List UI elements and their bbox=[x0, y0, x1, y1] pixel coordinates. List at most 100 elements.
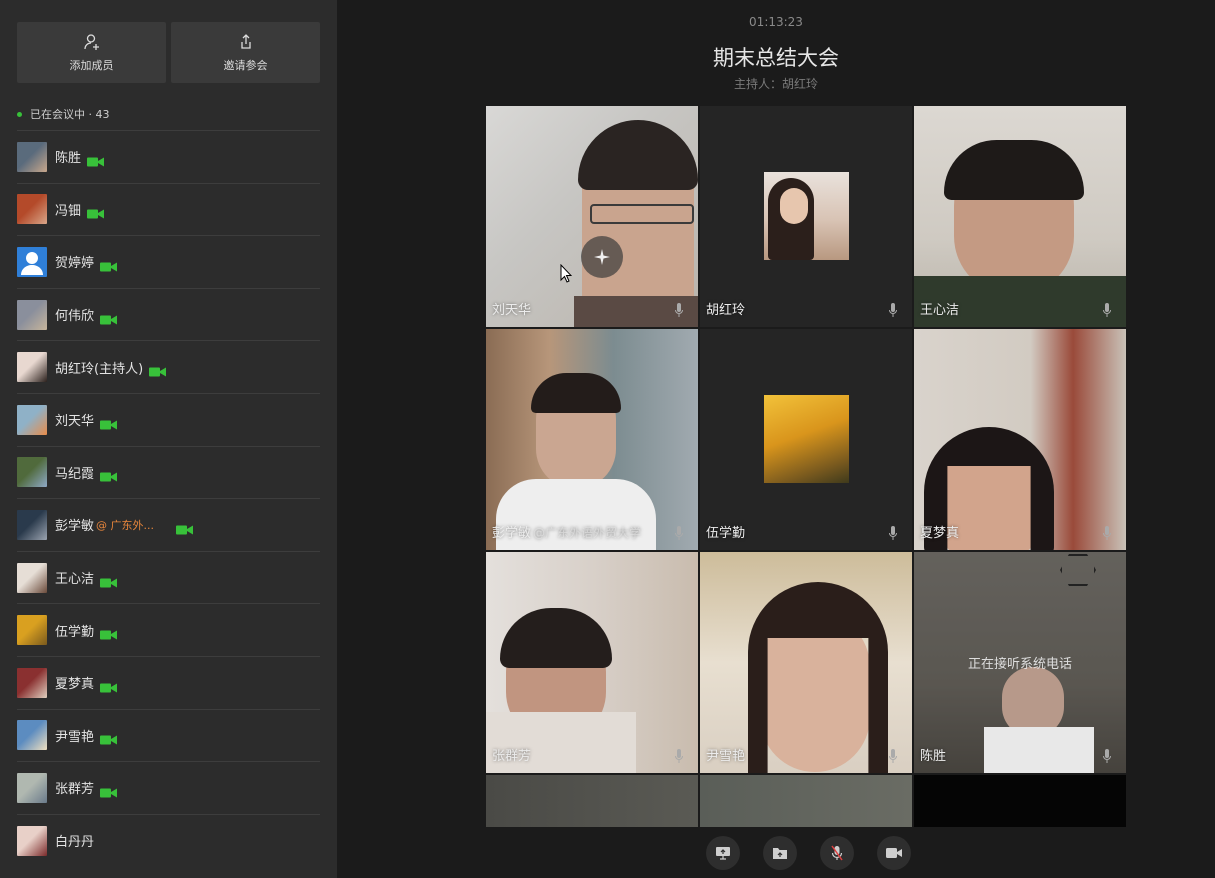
participant-row[interactable]: 夏梦真 bbox=[17, 655, 320, 709]
video-tile[interactable]: 彭学敏 @广东外语外贸大学 bbox=[486, 329, 698, 550]
avatar bbox=[17, 457, 47, 488]
video-camera-icon bbox=[100, 257, 118, 272]
invite-label: 邀请参会 bbox=[223, 58, 268, 72]
tile-name: 伍学勤 bbox=[706, 522, 745, 541]
participant-name: 王心洁 bbox=[55, 572, 95, 588]
participant-row[interactable]: 王心洁 bbox=[17, 550, 320, 604]
participant-hair bbox=[500, 608, 612, 668]
participant-row[interactable]: 伍学勤 bbox=[17, 603, 320, 656]
video-camera-icon bbox=[886, 848, 902, 858]
tile-name: 夏梦真 bbox=[920, 522, 959, 541]
microphone-icon bbox=[1103, 526, 1111, 540]
video-tile[interactable]: 伍学勤 bbox=[700, 329, 912, 550]
beauty-filter-button[interactable] bbox=[581, 236, 623, 278]
participant-row[interactable]: 刘天华 bbox=[17, 392, 320, 446]
tile-org-text: @广东外语外贸大学 bbox=[533, 526, 642, 540]
tile-name: 尹雪艳 bbox=[706, 745, 745, 764]
microphone-icon bbox=[675, 749, 683, 763]
video-camera-icon bbox=[100, 678, 118, 693]
microphone-icon bbox=[1103, 303, 1111, 317]
avatar bbox=[17, 299, 47, 330]
participant-row[interactable]: 白丹丹 bbox=[17, 813, 320, 867]
video-grid: 刘天华 胡红玲 王心洁 彭学敏 @广东外语外贸大学 伍学勤 夏梦真 张群芳 尹雪… bbox=[486, 106, 1126, 827]
avatar bbox=[17, 141, 47, 172]
participant-hair bbox=[944, 140, 1084, 200]
tile-name-text: 胡红玲 bbox=[706, 303, 746, 318]
microphone-icon bbox=[889, 303, 897, 317]
microphone-icon bbox=[675, 526, 683, 540]
mute-button[interactable] bbox=[820, 836, 854, 870]
invite-button[interactable]: 邀请参会 bbox=[171, 22, 320, 83]
participants-sidebar: 添加成员 邀请参会 已在会议中 · 43 陈胜冯钿贺婷婷 何伟欣胡红玲(主持人) 刘… bbox=[0, 0, 337, 878]
tile-name-text: 王心洁 bbox=[920, 303, 960, 318]
participant-hair bbox=[578, 120, 698, 190]
video-tile[interactable]: 刘天华 bbox=[486, 106, 698, 327]
participant-name: 夏梦真 bbox=[55, 677, 95, 693]
participant-count-text: 已在会议中 · 43 bbox=[30, 108, 110, 121]
microphone-icon bbox=[675, 303, 683, 317]
microphone-off-icon bbox=[831, 845, 843, 861]
tile-name-text: 尹雪艳 bbox=[706, 749, 746, 764]
participant-row[interactable]: 彭学敏 @ 广东外... bbox=[17, 498, 320, 551]
screen-share-icon bbox=[716, 847, 730, 860]
tile-name: 刘天华 bbox=[492, 299, 531, 318]
microphone-icon bbox=[889, 749, 897, 763]
participant-name: 尹雪艳 bbox=[55, 729, 95, 745]
participant-shirt bbox=[984, 727, 1094, 773]
video-camera-icon bbox=[100, 310, 118, 325]
avatar bbox=[17, 667, 47, 698]
video-tile[interactable]: 张群芳 bbox=[486, 552, 698, 773]
participant-row[interactable]: 贺婷婷 bbox=[17, 235, 320, 288]
video-tile[interactable] bbox=[914, 775, 1126, 827]
tile-name: 王心洁 bbox=[920, 299, 959, 318]
video-camera-icon bbox=[100, 730, 118, 745]
meeting-window: 添加成员 邀请参会 已在会议中 · 43 陈胜冯钿贺婷婷 何伟欣胡红玲(主持人) 刘… bbox=[0, 0, 1215, 878]
video-tile[interactable]: 王心洁 bbox=[914, 106, 1126, 327]
video-area: 01:13:23 期末总结大会 主持人：胡红玲 刘天华 胡红玲 王心洁 彭学敏 … bbox=[337, 0, 1215, 878]
avatar bbox=[17, 352, 47, 383]
mouse-cursor-icon bbox=[560, 264, 572, 283]
share-screen-button[interactable] bbox=[706, 836, 740, 870]
video-camera-icon bbox=[100, 573, 118, 588]
video-tile[interactable]: 胡红玲 bbox=[700, 106, 912, 327]
participant-row[interactable]: 冯钿 bbox=[17, 182, 320, 236]
video-tile[interactable] bbox=[700, 775, 912, 827]
participant-row[interactable]: 胡红玲(主持人) bbox=[17, 340, 320, 393]
video-camera-icon bbox=[87, 204, 105, 219]
avatar bbox=[17, 772, 47, 803]
video-tile[interactable]: 尹雪艳 bbox=[700, 552, 912, 773]
participant-row[interactable]: 尹雪艳 bbox=[17, 708, 320, 762]
participant-name: 张群芳 bbox=[55, 782, 95, 798]
participant-row[interactable]: 马纪霞 bbox=[17, 445, 320, 499]
video-tile[interactable]: 夏梦真 bbox=[914, 329, 1126, 550]
sparkle-icon bbox=[594, 249, 610, 265]
participant-glasses bbox=[590, 204, 694, 224]
add-member-button[interactable]: 添加成员 bbox=[17, 22, 166, 83]
tile-name-text: 彭学敏 bbox=[492, 526, 532, 541]
camera-button[interactable] bbox=[877, 836, 911, 870]
microphone-icon bbox=[1103, 749, 1111, 763]
avatar bbox=[17, 509, 47, 540]
participant-list: 陈胜冯钿贺婷婷 何伟欣胡红玲(主持人) 刘天华马纪霞 彭学敏 @ 广东外... 王心洁伍学… bbox=[17, 130, 320, 866]
video-camera-icon bbox=[87, 152, 105, 167]
video-tile[interactable]: 正在接听系统电话 陈胜 bbox=[914, 552, 1126, 773]
tile-name: 胡红玲 bbox=[706, 299, 745, 318]
participant-name: 冯钿 bbox=[55, 203, 82, 219]
participant-row[interactable]: 张群芳 bbox=[17, 761, 320, 814]
participant-hair bbox=[531, 373, 621, 413]
share-file-button[interactable] bbox=[763, 836, 797, 870]
participant-org: @ 广东外... bbox=[96, 518, 155, 532]
add-user-icon bbox=[83, 33, 99, 50]
participant-name: 胡红玲(主持人) bbox=[55, 361, 144, 377]
participant-row[interactable]: 陈胜 bbox=[17, 130, 320, 183]
avatar bbox=[17, 825, 47, 856]
avatar-image bbox=[764, 395, 849, 483]
share-icon bbox=[240, 33, 251, 49]
participant-name: 陈胜 bbox=[55, 151, 82, 167]
participant-name: 刘天华 bbox=[55, 414, 95, 430]
meeting-title: 期末总结大会 bbox=[713, 46, 839, 70]
tile-name-text: 伍学勤 bbox=[706, 526, 746, 541]
participant-row[interactable]: 何伟欣 bbox=[17, 287, 320, 341]
video-tile[interactable] bbox=[486, 775, 698, 827]
avatar bbox=[17, 246, 47, 277]
